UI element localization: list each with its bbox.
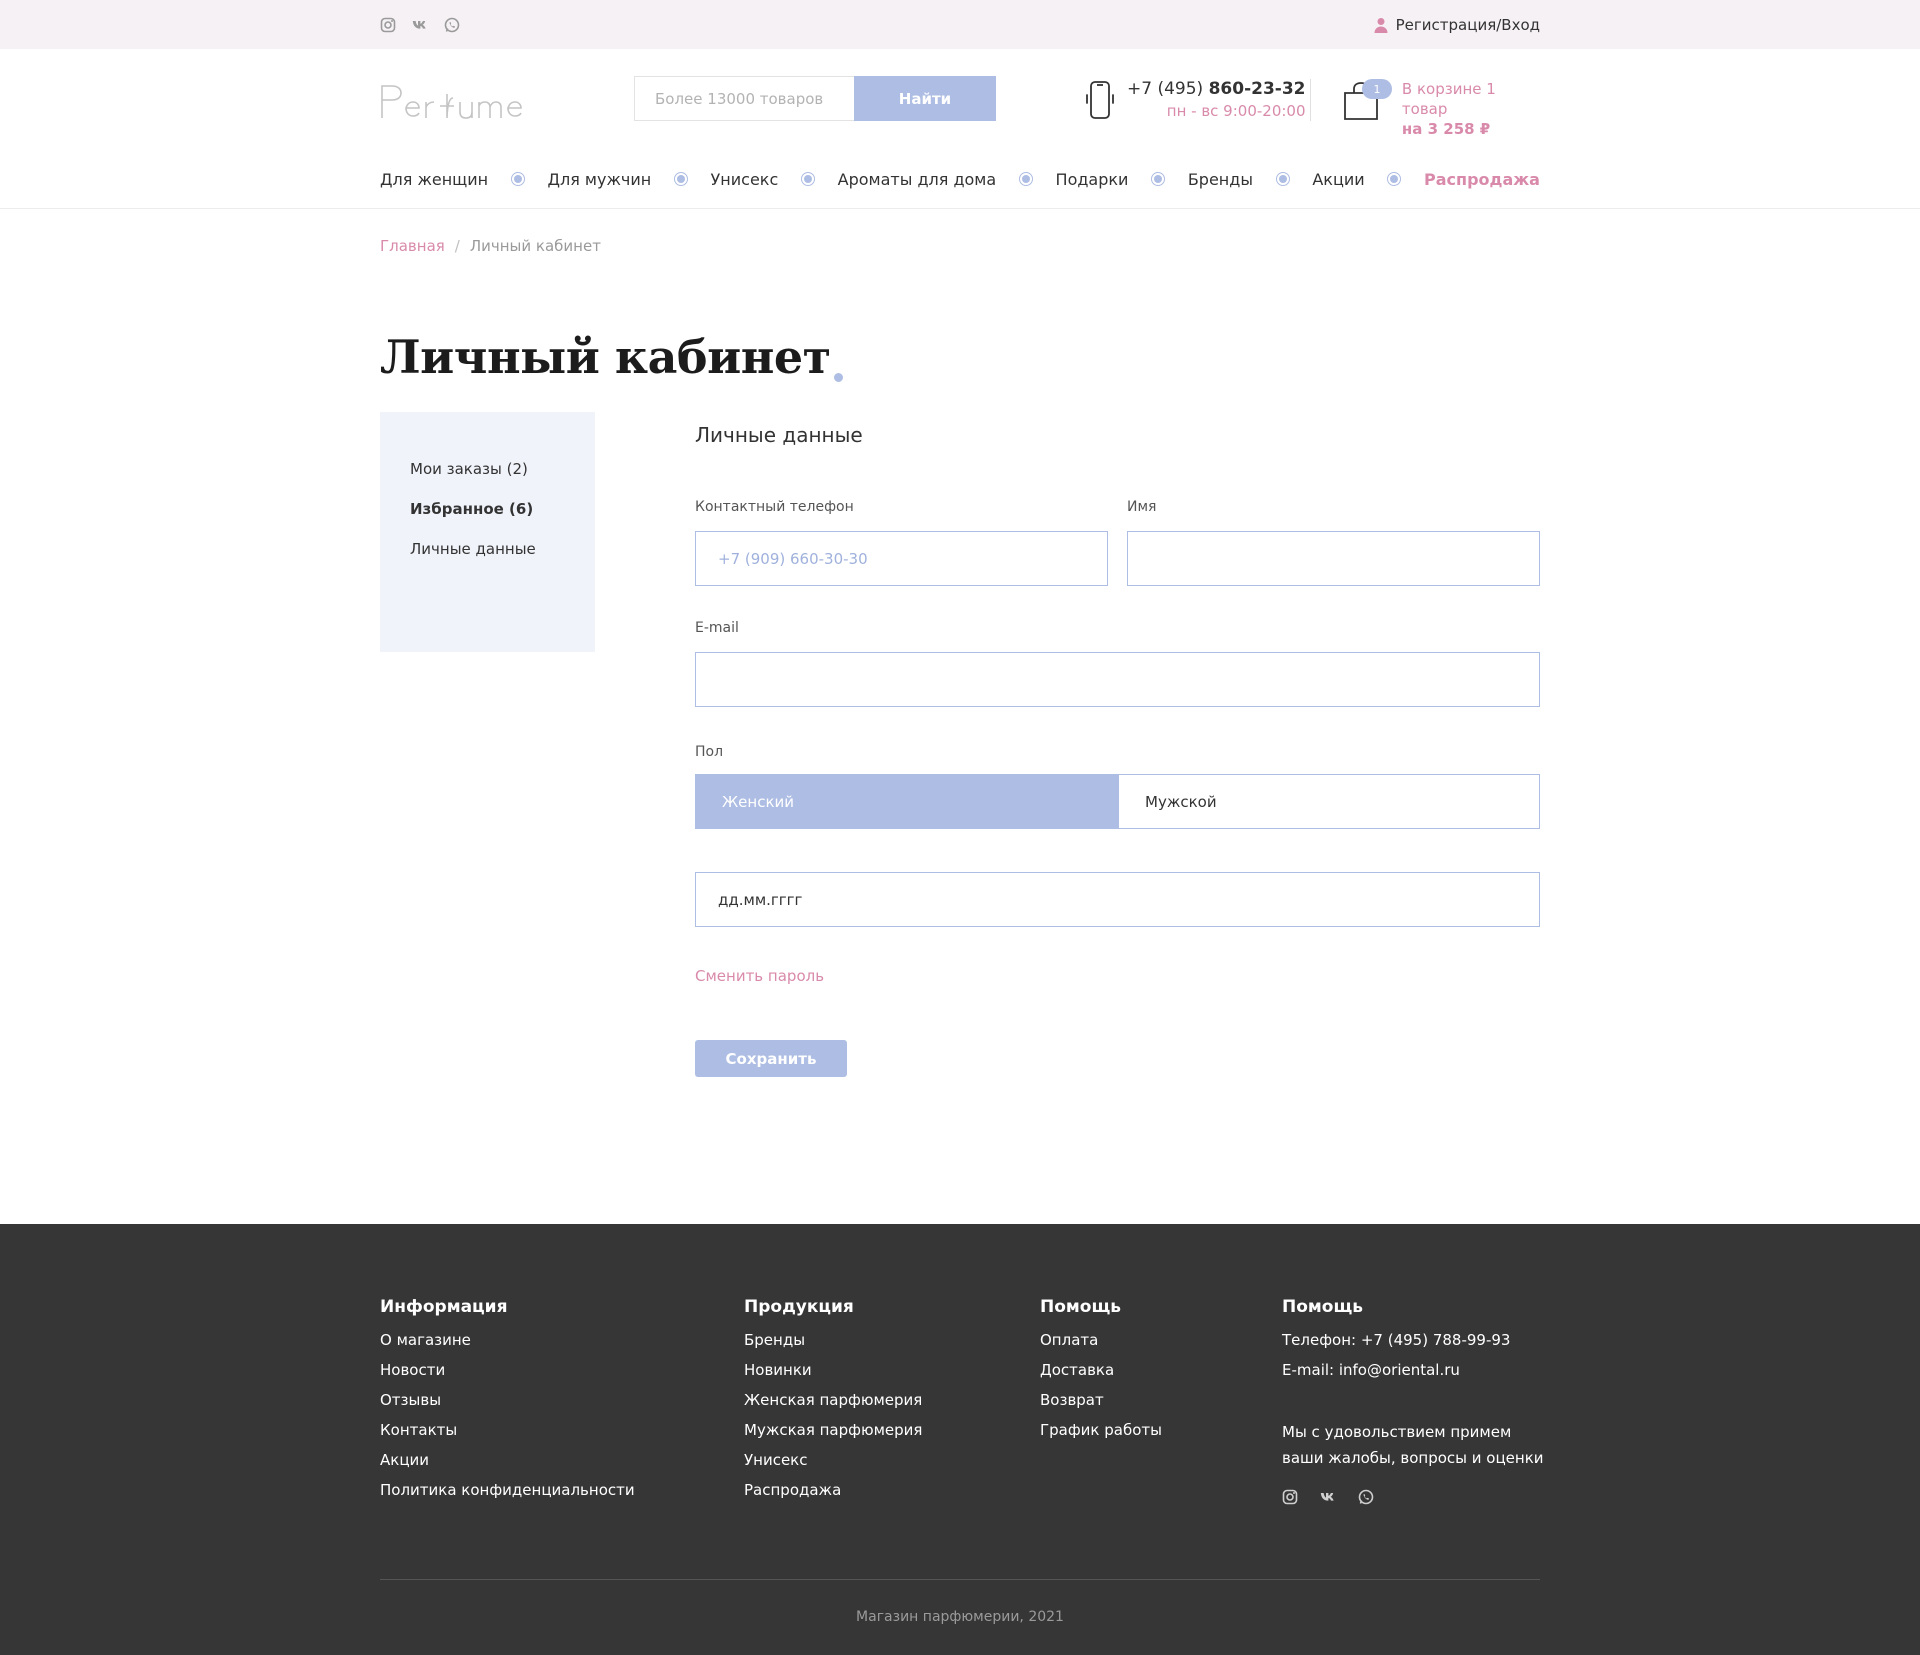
name-field[interactable]	[1127, 531, 1540, 586]
nav-item-home-fragrances[interactable]: Ароматы для дома	[838, 170, 997, 189]
search-form: Найти	[634, 76, 996, 121]
phone-number[interactable]: +7 (495) 860-23-32	[1127, 79, 1306, 99]
footer-link[interactable]: Акции	[380, 1451, 635, 1469]
main-nav: Для женщин Для мужчин Унисекс Ароматы дл…	[380, 149, 1540, 209]
footer-link[interactable]: Распродажа	[744, 1481, 922, 1499]
search-button[interactable]: Найти	[854, 76, 996, 121]
footer-col-contacts: Помощь Телефон: +7 (495) 788-99-93 E-mai…	[1282, 1297, 1552, 1505]
footer-link[interactable]: Новинки	[744, 1361, 922, 1379]
cart-count-badge: 1	[1362, 79, 1392, 99]
sidebar-item-orders[interactable]: Мои заказы (2)	[410, 460, 565, 478]
footer-link[interactable]: О магазине	[380, 1331, 635, 1349]
gender-selector: Женский Мужской	[695, 774, 1540, 829]
instagram-icon[interactable]	[1282, 1489, 1298, 1505]
nav-item-women[interactable]: Для женщин	[380, 170, 488, 189]
whatsapp-icon[interactable]	[444, 17, 460, 33]
footer-copyright: Магазин парфюмерии, 2021	[856, 1609, 1064, 1625]
smartphone-icon	[1085, 80, 1115, 119]
form-title: Личные данные	[695, 423, 863, 447]
email-field[interactable]	[695, 652, 1540, 707]
main-content: Главная / Личный кабинет Личный кабинет …	[380, 237, 1540, 1112]
top-bar: Регистрация/Вход	[0, 0, 1920, 49]
email-label: E-mail	[695, 620, 739, 636]
nav-dot	[800, 172, 815, 186]
footer-link[interactable]: Доставка	[1040, 1361, 1162, 1379]
gender-female-option[interactable]: Женский	[696, 775, 1119, 828]
footer-link[interactable]: График работы	[1040, 1421, 1162, 1439]
footer-phone[interactable]: Телефон: +7 (495) 788-99-93	[1282, 1331, 1552, 1349]
footer-link[interactable]: Политика конфиденциальности	[380, 1481, 635, 1499]
footer-link[interactable]: Возврат	[1040, 1391, 1162, 1409]
footer-link[interactable]: Мужская парфюмерия	[744, 1421, 922, 1439]
nav-dot	[673, 172, 688, 186]
gender-label: Пол	[695, 744, 724, 760]
footer-note: Мы с удовольствием примем ваши жалобы, в…	[1282, 1423, 1544, 1467]
cart-total: на 3 258 ₽	[1401, 120, 1491, 138]
footer-col-info: Информация О магазине Новости Отзывы Кон…	[380, 1297, 635, 1511]
cart-summary: В корзине 1 товар	[1401, 80, 1496, 118]
nav-item-brands[interactable]: Бренды	[1188, 170, 1253, 189]
phone-field[interactable]	[695, 531, 1108, 586]
personal-data-form: Личные данные Контактный телефон Имя E-m…	[695, 412, 1540, 1077]
footer: Информация О магазине Новости Отзывы Кон…	[0, 1224, 1920, 1655]
breadcrumb-home[interactable]: Главная	[380, 237, 445, 255]
nav-item-unisex[interactable]: Унисекс	[711, 170, 779, 189]
page-title: Личный кабинет	[380, 330, 843, 384]
footer-col-help: Помощь Оплата Доставка Возврат График ра…	[1040, 1297, 1162, 1451]
footer-email[interactable]: E-mail: info@oriental.ru	[1282, 1361, 1552, 1379]
nav-item-sale[interactable]: Распродажа	[1424, 170, 1540, 189]
top-socials	[380, 17, 460, 33]
user-icon	[1374, 17, 1388, 33]
phone-label: Контактный телефон	[695, 499, 854, 515]
footer-link[interactable]: Контакты	[380, 1421, 635, 1439]
nav-item-gifts[interactable]: Подарки	[1056, 170, 1129, 189]
auth-link[interactable]: Регистрация/Вход	[1374, 16, 1540, 34]
footer-socials	[1282, 1489, 1552, 1505]
footer-heading: Информация	[380, 1297, 508, 1317]
nav-dot	[1387, 172, 1402, 186]
change-password-link[interactable]: Сменить пароль	[695, 967, 824, 985]
phone-hours: пн - вс 9:00-20:00	[1166, 102, 1306, 120]
instagram-icon[interactable]	[380, 17, 396, 33]
save-button[interactable]: Сохранить	[695, 1040, 847, 1077]
vk-icon[interactable]	[1320, 1489, 1336, 1505]
nav-dot	[510, 172, 525, 186]
footer-link[interactable]: Унисекс	[744, 1451, 922, 1469]
phone-block: +7 (495) 860-23-32 пн - вс 9:00-20:00	[1085, 79, 1306, 120]
footer-col-products: Продукция Бренды Новинки Женская парфюме…	[744, 1297, 922, 1511]
nav-item-promotions[interactable]: Акции	[1312, 170, 1364, 189]
breadcrumb: Главная / Личный кабинет	[380, 237, 1540, 255]
footer-heading: Помощь	[1282, 1297, 1364, 1317]
footer-link[interactable]: Отзывы	[380, 1391, 635, 1409]
footer-link[interactable]: Новости	[380, 1361, 635, 1379]
footer-heading: Помощь	[1040, 1297, 1122, 1317]
auth-label: Регистрация/Вход	[1395, 15, 1540, 34]
header: Найти +7 (495) 860-23-32 пн - вс 9:00-20…	[0, 49, 1920, 209]
breadcrumb-separator: /	[454, 237, 460, 255]
header-divider	[1310, 79, 1311, 121]
nav-item-men[interactable]: Для мужчин	[547, 170, 651, 189]
birthdate-field[interactable]	[695, 872, 1540, 927]
search-input[interactable]	[634, 76, 854, 121]
sidebar-item-personal-data[interactable]: Личные данные	[410, 540, 565, 558]
nav-dot	[1275, 172, 1290, 186]
footer-link[interactable]: Оплата	[1040, 1331, 1162, 1349]
cart[interactable]: 1 В корзине 1 товар на 3 258 ₽	[1342, 79, 1540, 139]
logo[interactable]	[380, 80, 550, 120]
footer-divider	[380, 1579, 1540, 1580]
name-label: Имя	[1127, 499, 1157, 515]
nav-dot	[1018, 172, 1033, 186]
footer-link[interactable]: Женская парфюмерия	[744, 1391, 922, 1409]
vk-icon[interactable]	[412, 17, 428, 33]
nav-dot	[1151, 172, 1166, 186]
breadcrumb-current: Личный кабинет	[469, 237, 601, 255]
title-dot	[833, 373, 843, 382]
footer-link[interactable]: Бренды	[744, 1331, 922, 1349]
sidebar-item-favorites[interactable]: Избранное (6)	[410, 500, 565, 518]
gender-male-option[interactable]: Мужской	[1119, 775, 1539, 828]
whatsapp-icon[interactable]	[1358, 1489, 1374, 1505]
footer-heading: Продукция	[744, 1297, 854, 1317]
account-sidebar: Мои заказы (2) Избранное (6) Личные данн…	[380, 412, 595, 652]
